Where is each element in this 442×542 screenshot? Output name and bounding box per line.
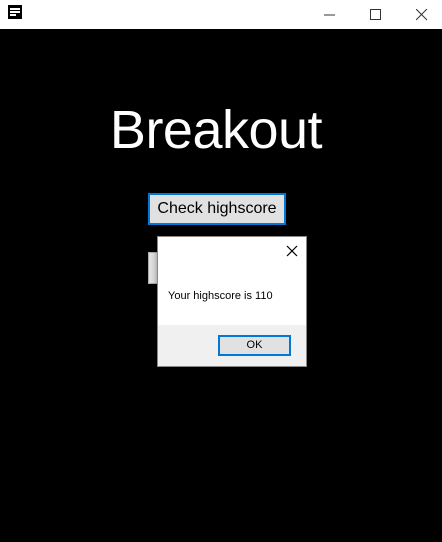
app-window: Breakout Check highscore Your highscore … xyxy=(0,0,442,542)
minimize-icon xyxy=(324,14,335,16)
game-title: Breakout xyxy=(109,100,323,160)
check-highscore-button[interactable]: Check highscore xyxy=(148,193,286,225)
dialog-footer: OK xyxy=(158,325,306,366)
app-window-icon xyxy=(8,5,22,19)
dialog-message: Your highscore is 110 xyxy=(168,290,273,302)
highscore-dialog: Your highscore is 110 OK xyxy=(157,236,307,367)
minimize-button[interactable] xyxy=(307,0,353,29)
ok-button[interactable]: OK xyxy=(218,335,291,356)
close-icon xyxy=(416,9,428,21)
check-highscore-label: Check highscore xyxy=(157,200,277,217)
title-bar[interactable] xyxy=(0,0,442,29)
close-icon xyxy=(286,245,298,257)
close-button[interactable] xyxy=(399,0,442,29)
dialog-close-button[interactable] xyxy=(284,243,300,259)
maximize-button[interactable] xyxy=(353,0,399,29)
maximize-icon xyxy=(370,9,381,20)
